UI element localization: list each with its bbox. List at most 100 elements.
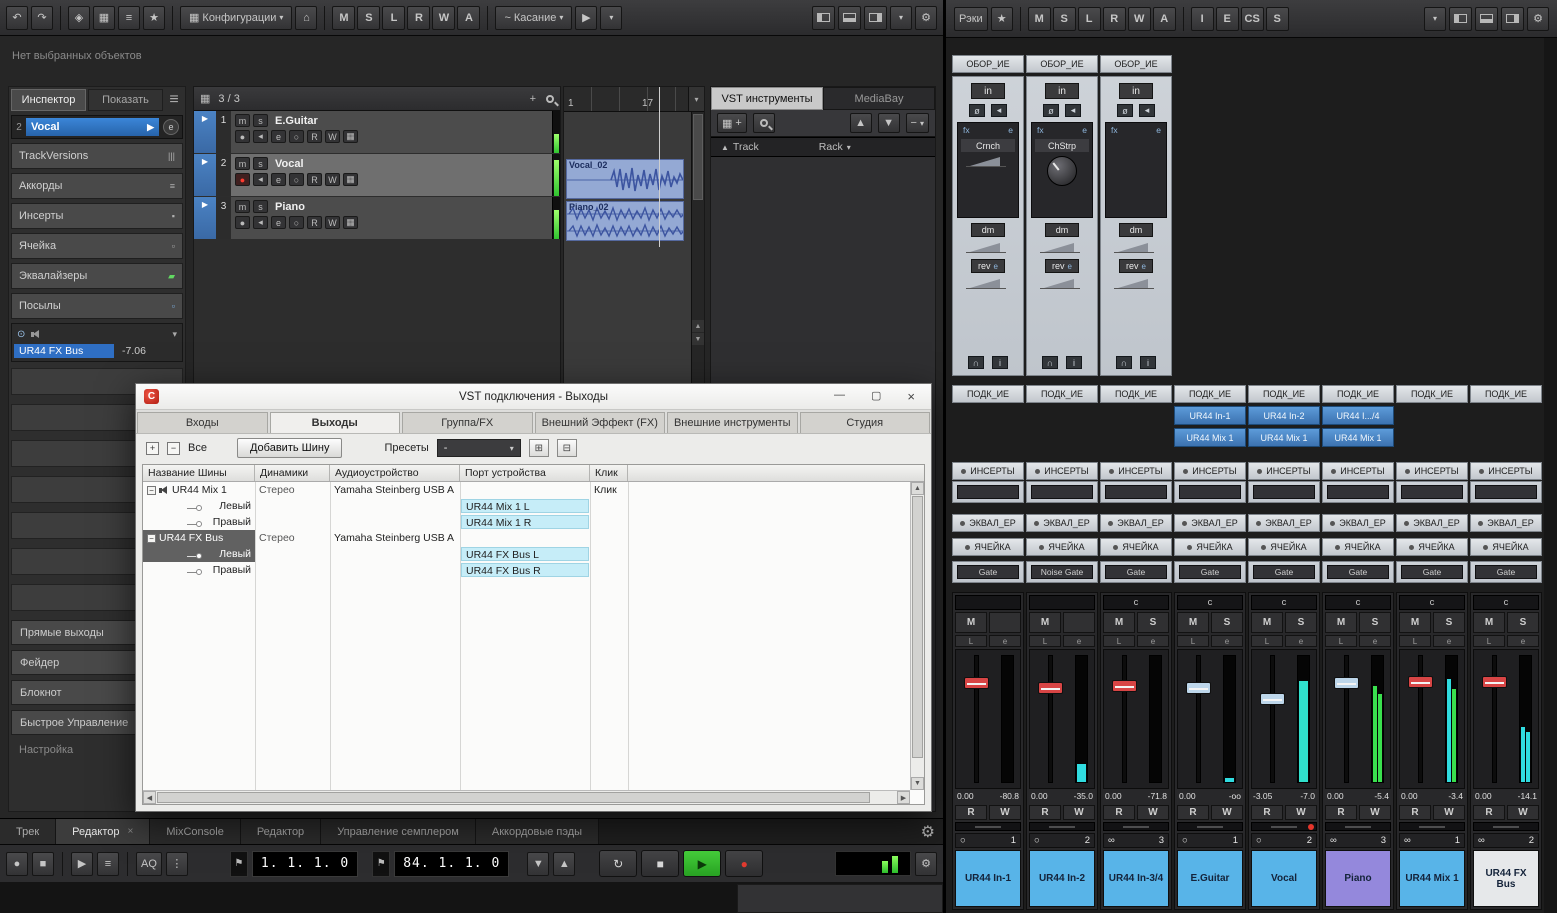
- click-cell[interactable]: [590, 498, 628, 514]
- track-mute-button[interactable]: m: [235, 157, 250, 170]
- chevron-down-icon[interactable]: ▾: [172, 329, 177, 340]
- close-tab-icon[interactable]: ×: [128, 826, 134, 837]
- listen-button[interactable]: L: [955, 635, 987, 647]
- dialog-tab[interactable]: Входы: [137, 412, 268, 433]
- device-port-cell[interactable]: UR44 FX Bus L: [460, 546, 590, 562]
- setup-gear-button[interactable]: ⚙: [915, 5, 937, 30]
- rack-header[interactable]: ЯЧЕЙКА: [1248, 538, 1320, 556]
- insert-slot[interactable]: [1100, 481, 1172, 503]
- listen-button[interactable]: L: [1029, 635, 1061, 647]
- fader-value[interactable]: -3.05: [1253, 791, 1272, 803]
- write-automation-button[interactable]: W: [1063, 805, 1095, 820]
- channel-name[interactable]: UR44 FX Bus: [1473, 850, 1539, 907]
- monitor-button[interactable]: ◂: [253, 216, 268, 229]
- output-bus-name[interactable]: UR44 FX Bus: [14, 343, 114, 358]
- collapse-all-button[interactable]: −: [167, 441, 180, 455]
- device-port-cell[interactable]: UR44 FX Bus R: [460, 562, 590, 578]
- scrollbar-thumb[interactable]: [693, 114, 703, 200]
- read-automation-button[interactable]: R: [1177, 805, 1209, 820]
- strip-gate-slot[interactable]: Gate: [1470, 561, 1542, 583]
- sort-down-icon[interactable]: ▾: [847, 143, 851, 152]
- rack-header[interactable]: ПОДК_ИЕ: [1396, 385, 1468, 403]
- mixer-dropdown[interactable]: ▾: [1424, 6, 1446, 31]
- solo-button[interactable]: S: [1433, 612, 1465, 633]
- mixer-automation-m-button[interactable]: M: [1027, 6, 1051, 31]
- track-column-header[interactable]: Track: [733, 141, 759, 153]
- input-routing[interactable]: UR44 In-1: [1174, 406, 1246, 425]
- speakers-cell[interactable]: Стерео: [255, 482, 330, 498]
- rack-header[interactable]: ЭКВАЛ_ЕР: [1248, 514, 1320, 532]
- strip-gate-slot[interactable]: Noise Gate: [1026, 561, 1098, 583]
- dialog-tab[interactable]: Выходы: [269, 412, 400, 433]
- write-automation-button[interactable]: W: [989, 805, 1021, 820]
- solo-button[interactable]: S: [1211, 612, 1243, 633]
- direct-monitor-button[interactable]: dm: [1045, 223, 1079, 237]
- fader-value[interactable]: 0.00: [1401, 791, 1418, 803]
- read-automation-button[interactable]: R: [307, 130, 322, 143]
- maximize-button[interactable]: ▢: [871, 389, 881, 404]
- monitor-record-row[interactable]: [1399, 822, 1465, 831]
- inspector-section[interactable]: TrackVersions |||: [11, 143, 183, 169]
- read-automation-button[interactable]: R: [1399, 805, 1431, 820]
- channel-name[interactable]: UR44 In-1: [955, 850, 1021, 907]
- scroll-down-icon[interactable]: ▼: [692, 333, 704, 345]
- column-device-port[interactable]: Порт устройства: [460, 465, 590, 481]
- channel-name[interactable]: E.Guitar: [1177, 850, 1243, 907]
- channel-edit-button[interactable]: e: [1285, 635, 1317, 647]
- lanes-button[interactable]: ▦: [343, 130, 358, 143]
- channel-name[interactable]: Piano: [1325, 850, 1391, 907]
- speakers-cell[interactable]: [255, 562, 330, 578]
- phase-button[interactable]: ø: [969, 104, 985, 117]
- track-mute-button[interactable]: m: [235, 114, 250, 127]
- rack-header[interactable]: ЯЧЕЙКА: [1174, 538, 1246, 556]
- layout-right-button[interactable]: [1501, 6, 1524, 31]
- listen-button[interactable]: L: [1399, 635, 1431, 647]
- position-display[interactable]: 1. 1. 1. 0: [251, 850, 359, 877]
- rack-header[interactable]: ОБОР_ИЕ: [1100, 55, 1172, 73]
- peak-value[interactable]: -oo: [1229, 791, 1241, 803]
- channel-name[interactable]: UR44 In-3/4: [1103, 850, 1169, 907]
- undo-button[interactable]: ↶: [6, 5, 28, 30]
- click-cell[interactable]: [590, 546, 628, 562]
- layout-left-button[interactable]: [812, 5, 835, 30]
- close-button[interactable]: ×: [907, 389, 915, 404]
- column-bus-name[interactable]: Название Шины: [143, 465, 255, 481]
- edit-fx-button[interactable]: e: [1082, 125, 1087, 135]
- rack-header[interactable]: ОБОР_ИЕ: [1026, 55, 1098, 73]
- scroll-up-icon[interactable]: ▲: [911, 482, 924, 495]
- audio-device-cell[interactable]: Yamaha Steinberg USB A: [330, 482, 460, 498]
- play-button[interactable]: ▶: [683, 850, 722, 877]
- punch-in-button[interactable]: ●: [6, 851, 28, 876]
- peak-value[interactable]: -7.0: [1300, 791, 1315, 803]
- bus-row[interactable]: − Правый UR44 Mix 1 R: [143, 514, 924, 530]
- mixer-automation-a-button[interactable]: A: [1152, 6, 1176, 31]
- rack-header[interactable]: ПОДК_ИЕ: [1026, 385, 1098, 403]
- lower-zone-tab[interactable]: Трек ×: [0, 819, 57, 844]
- monitor-button[interactable]: ◂: [253, 173, 268, 186]
- listen-button[interactable]: L: [1473, 635, 1505, 647]
- track-row[interactable]: ▶ 2 m s Vocal ● ◂ e ○ R W ▦: [194, 154, 560, 196]
- speakers-cell[interactable]: [255, 546, 330, 562]
- strip-gate-slot[interactable]: Gate: [1174, 561, 1246, 583]
- fader-handle[interactable]: [964, 677, 989, 689]
- listen-button[interactable]: L: [1103, 635, 1135, 647]
- mixer-gear-button[interactable]: ⚙: [1527, 6, 1549, 31]
- write-automation-button[interactable]: W: [1137, 805, 1169, 820]
- dialog-titlebar[interactable]: VST подключения - Выходы C — ▢ ×: [136, 384, 931, 410]
- reverb-button[interactable]: rev e: [1045, 259, 1079, 273]
- select-tool-icon[interactable]: ◈: [68, 5, 90, 30]
- rack-column-header[interactable]: Rack: [819, 141, 843, 153]
- lanes-button[interactable]: ▦: [343, 216, 358, 229]
- workspaces-star-icon[interactable]: ★: [143, 5, 165, 30]
- peak-value[interactable]: -71.8: [1148, 791, 1167, 803]
- move-up-button[interactable]: ▲: [849, 113, 872, 133]
- minimize-button[interactable]: —: [834, 389, 845, 404]
- freeze-button[interactable]: ○: [289, 130, 304, 143]
- channel-edit-button[interactable]: e: [1359, 635, 1391, 647]
- mixer-automation-r-button[interactable]: R: [1102, 6, 1126, 31]
- bus-row[interactable]: − Левый UR44 FX Bus L: [143, 546, 924, 562]
- rack-header[interactable]: ПОДК_ИЕ: [1470, 385, 1542, 403]
- preroll-button[interactable]: ▶: [71, 851, 93, 876]
- gain-button[interactable]: ◂: [1065, 104, 1081, 117]
- fader-handle[interactable]: [1260, 693, 1285, 705]
